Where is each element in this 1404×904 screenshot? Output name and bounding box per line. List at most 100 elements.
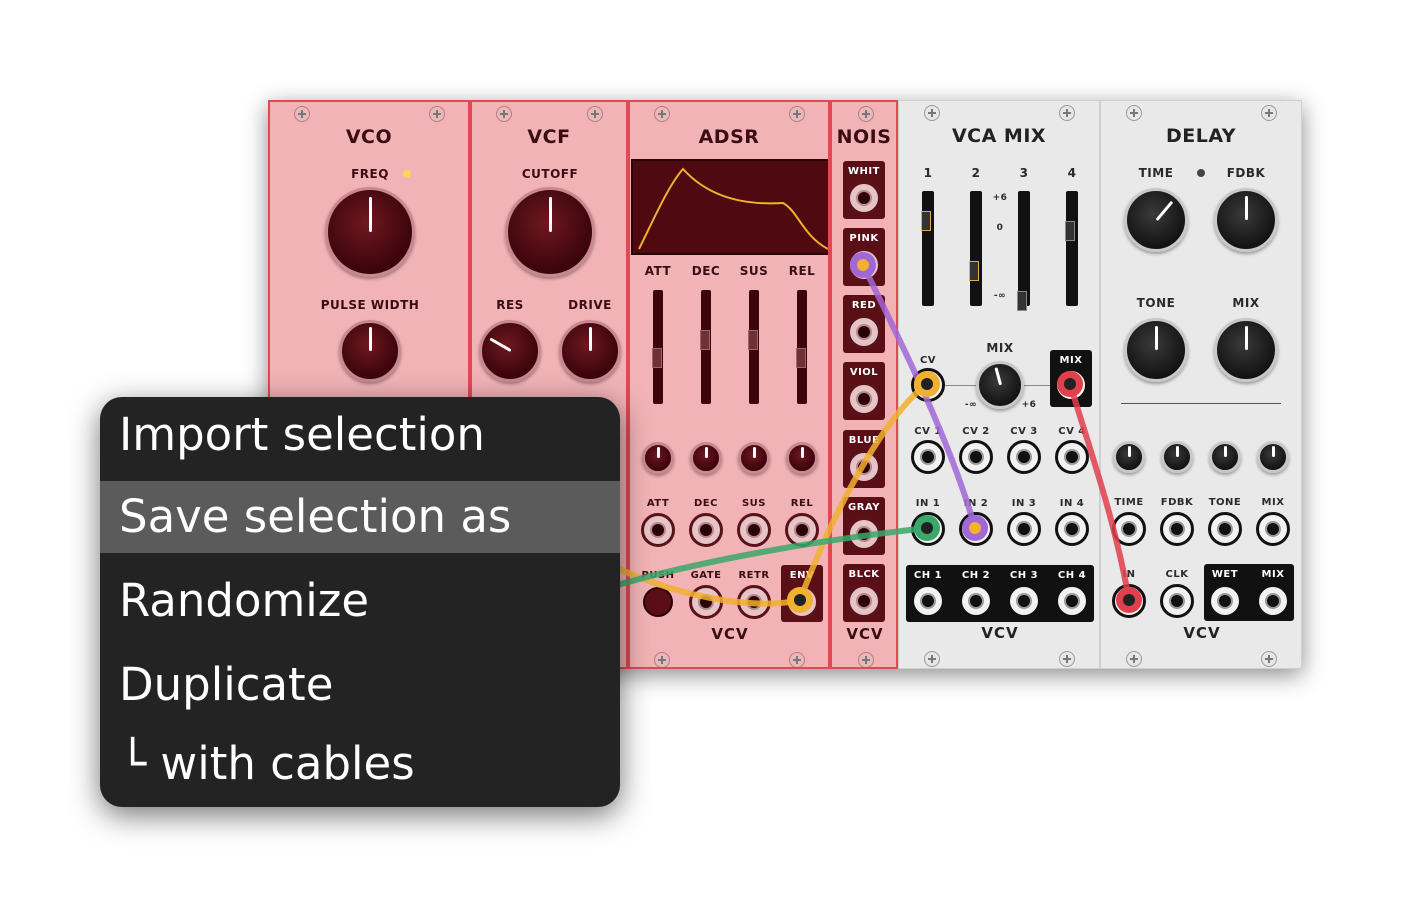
fdbk-cv-jack[interactable]: [1160, 512, 1194, 546]
vcv-logo: VCV: [711, 625, 749, 643]
rel-cv-knob[interactable]: [786, 442, 818, 474]
mix-level-knob[interactable]: [976, 361, 1024, 409]
screw: [789, 106, 805, 122]
retr-jack[interactable]: [737, 585, 771, 619]
tone-cv-jack[interactable]: [1208, 512, 1242, 546]
adsr-title: ADSR: [698, 126, 760, 148]
rel-slider-label: REL: [788, 264, 816, 278]
menu-item-import-selection[interactable]: Import selection: [100, 399, 620, 471]
in4-label: IN 4: [1059, 498, 1085, 509]
scale-top-label: +6: [992, 193, 1008, 203]
sus-cv-jack[interactable]: [737, 513, 771, 547]
whit-label: WHIT: [848, 166, 880, 177]
screw: [429, 106, 445, 122]
screw: [294, 106, 310, 122]
menu-item-save-selection-as[interactable]: Save selection as: [100, 481, 620, 553]
sus-slider[interactable]: [748, 290, 759, 404]
dec-slider[interactable]: [700, 290, 711, 404]
mix-output-jack[interactable]: [1256, 584, 1290, 618]
blck-label: BLCK: [848, 569, 880, 580]
time-cv-knob[interactable]: [1113, 441, 1145, 473]
rel-slider[interactable]: [796, 290, 807, 404]
att-slider-label: ATT: [644, 264, 672, 278]
screw: [924, 105, 940, 121]
cv4-jack[interactable]: [1055, 440, 1089, 474]
sus-cv-knob[interactable]: [738, 442, 770, 474]
push-button[interactable]: [643, 587, 673, 617]
in-jack[interactable]: [1112, 584, 1146, 618]
red-jack[interactable]: [847, 315, 881, 349]
cv2-jack[interactable]: [959, 440, 993, 474]
drive-knob[interactable]: [559, 320, 621, 382]
ch2-jack[interactable]: [959, 584, 993, 618]
delay-module[interactable]: DELAY TIME FDBK TONE MIX TIME FDBK TONE …: [1100, 100, 1302, 669]
res-knob[interactable]: [479, 320, 541, 382]
in4-jack[interactable]: [1055, 512, 1089, 546]
noise-module[interactable]: NOIS WHIT PINK RED VIOL BLUE GRAY BLCK V…: [830, 100, 898, 669]
att-cv-jack[interactable]: [641, 513, 675, 547]
res-label: RES: [496, 298, 524, 312]
cutoff-knob[interactable]: [505, 187, 595, 277]
adsr-module[interactable]: ADSR ATT DEC SUS REL ATT DEC SUS REL PUS…: [628, 100, 830, 669]
ch1-jack[interactable]: [911, 584, 945, 618]
tone-knob[interactable]: [1124, 318, 1188, 382]
mix-cv-jack[interactable]: [911, 368, 945, 402]
blue-jack[interactable]: [847, 450, 881, 484]
vca-mix-module[interactable]: VCA MIX 1 2 3 4 +6 0 -∞ MIX CV -∞ +6 MIX…: [898, 100, 1100, 669]
cv3-jack[interactable]: [1007, 440, 1041, 474]
ch1-level-slider[interactable]: [921, 191, 934, 306]
pink-jack[interactable]: [847, 248, 881, 282]
screw: [1126, 651, 1142, 667]
pink-label: PINK: [849, 233, 879, 244]
ch4-level-slider[interactable]: [1065, 191, 1078, 306]
in3-label: IN 3: [1011, 498, 1037, 509]
time-cv-jack[interactable]: [1112, 512, 1146, 546]
screw: [1261, 651, 1277, 667]
in2-jack[interactable]: [959, 512, 993, 546]
gray-jack[interactable]: [847, 517, 881, 551]
time-knob[interactable]: [1124, 188, 1188, 252]
rel-cv-jack[interactable]: [785, 513, 819, 547]
ch4-jack[interactable]: [1055, 584, 1089, 618]
viol-jack[interactable]: [847, 382, 881, 416]
whit-jack[interactable]: [847, 181, 881, 215]
mix-knob-label: MIX: [986, 341, 1014, 355]
gate-jack[interactable]: [689, 585, 723, 619]
wet-jack[interactable]: [1208, 584, 1242, 618]
mix-cv-jack[interactable]: [1256, 512, 1290, 546]
cv-label: CV: [919, 355, 937, 366]
ch3-jack[interactable]: [1007, 584, 1041, 618]
mix-output-jack[interactable]: [1054, 368, 1088, 402]
cv1-jack[interactable]: [911, 440, 945, 474]
mix-knob[interactable]: [1214, 318, 1278, 382]
mix-label: MIX: [1232, 296, 1260, 310]
in-label: IN: [1122, 569, 1136, 580]
screw: [1261, 105, 1277, 121]
att-slider[interactable]: [652, 290, 663, 404]
menu-item-randomize[interactable]: Randomize: [100, 565, 620, 637]
in3-jack[interactable]: [1007, 512, 1041, 546]
fdbk-knob[interactable]: [1214, 188, 1278, 252]
blck-jack[interactable]: [847, 584, 881, 618]
ch3-level-slider[interactable]: [1017, 191, 1030, 311]
screw: [789, 652, 805, 667]
dec-cv-jack[interactable]: [689, 513, 723, 547]
in1-jack[interactable]: [911, 512, 945, 546]
env-jack[interactable]: [785, 585, 819, 619]
pulse-width-knob[interactable]: [339, 320, 401, 382]
ch2-level-slider[interactable]: [969, 191, 982, 306]
vcv-logo: VCV: [1183, 624, 1221, 642]
menu-item-duplicate-with-cables[interactable]: └ with cables: [100, 728, 620, 800]
sus-cv-label: SUS: [741, 498, 767, 509]
fdbk-cv-knob[interactable]: [1161, 441, 1193, 473]
tone-cv-knob[interactable]: [1209, 441, 1241, 473]
dec-cv-knob[interactable]: [690, 442, 722, 474]
noise-title: NOIS: [836, 126, 892, 148]
mix-cv-knob[interactable]: [1257, 441, 1289, 473]
att-cv-knob[interactable]: [642, 442, 674, 474]
ch3-number: 3: [1019, 166, 1029, 180]
cutoff-label: CUTOFF: [521, 167, 579, 181]
clk-jack[interactable]: [1160, 584, 1194, 618]
menu-item-duplicate[interactable]: Duplicate: [100, 649, 620, 721]
freq-knob[interactable]: [325, 187, 415, 277]
